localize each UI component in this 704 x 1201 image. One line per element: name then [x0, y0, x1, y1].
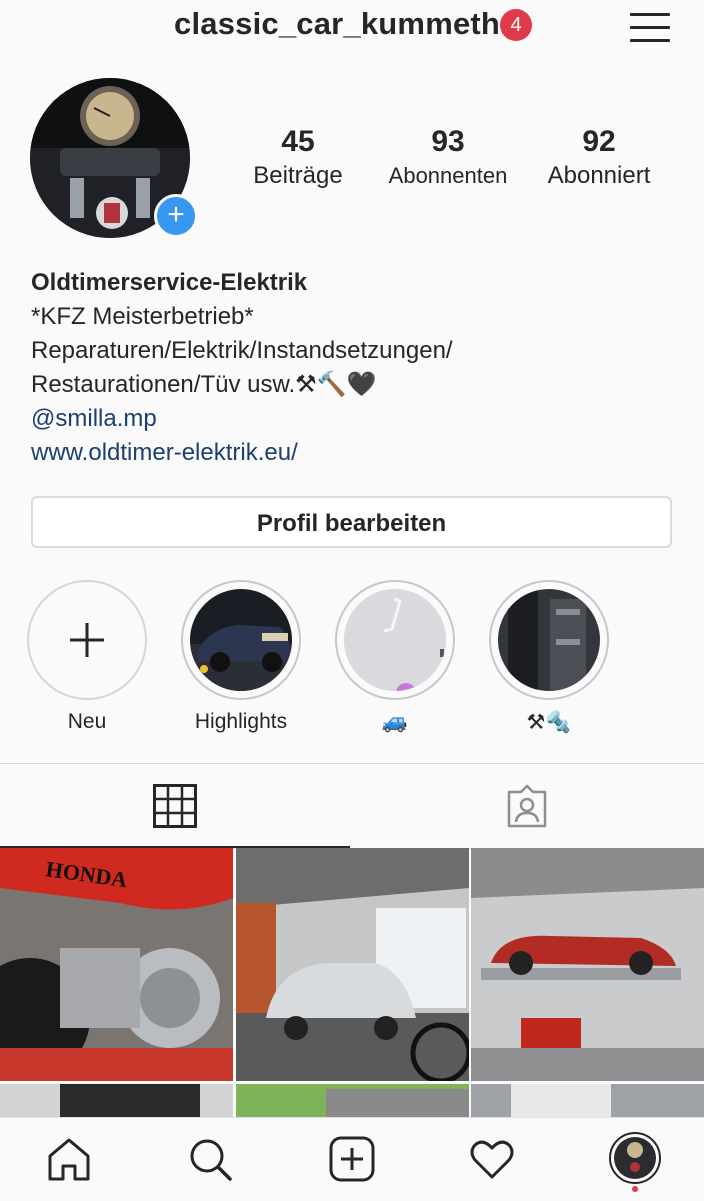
search-icon[interactable]	[187, 1136, 233, 1182]
bottom-navigation	[0, 1117, 704, 1201]
post-thumbnail[interactable]	[0, 1084, 233, 1118]
website-link[interactable]: www.oldtimer-elektrik.eu/	[31, 436, 671, 470]
highlight-car[interactable]: 🚙	[335, 580, 455, 734]
notification-badge[interactable]: 4	[500, 9, 532, 41]
profile-tabs	[0, 763, 704, 849]
new-highlight-ring	[27, 580, 147, 700]
profile-bio: Oldtimerservice-Elektrik *KFZ Meisterbet…	[31, 266, 671, 470]
stat-following[interactable]: 92 Abonniert	[538, 124, 660, 192]
post-grid: HONDA	[0, 848, 704, 1118]
profile-avatar-icon[interactable]	[609, 1132, 661, 1192]
highlight-ring	[489, 580, 609, 700]
highlight-label: Highlights	[194, 710, 288, 733]
add-post-icon[interactable]	[329, 1136, 375, 1182]
highlight-label: 🚙	[381, 710, 409, 733]
top-bar: classic_car_kummeth 4	[0, 0, 704, 60]
post-thumbnail[interactable]: HONDA	[0, 848, 233, 1081]
highlight-cover	[190, 589, 292, 691]
stat-posts[interactable]: 45 Beiträge	[248, 124, 348, 192]
post-thumbnail[interactable]	[236, 848, 469, 1081]
grid-icon[interactable]	[153, 784, 197, 828]
highlight-highlights[interactable]: Highlights	[181, 580, 301, 734]
post-thumbnail[interactable]	[471, 848, 704, 1081]
profile-username[interactable]: classic_car_kummeth	[174, 6, 500, 42]
posts-count: 45	[281, 125, 315, 158]
following-label: Abonniert	[547, 162, 651, 189]
home-icon[interactable]	[46, 1136, 92, 1182]
plus-icon	[70, 623, 104, 657]
posts-label: Beiträge	[253, 162, 343, 189]
post-thumbnail[interactable]	[236, 1084, 469, 1118]
bio-line: *KFZ Meisterbetrieb*	[31, 303, 254, 330]
highlight-cover	[498, 589, 600, 691]
bio-mention-link[interactable]: @smilla.mp	[31, 402, 671, 436]
highlight-label: Neu	[67, 710, 107, 733]
edit-profile-button[interactable]: Profil bearbeiten	[31, 496, 672, 548]
bio-line: Reparaturen/Elektrik/Instandsetzungen/	[31, 337, 453, 364]
followers-count: 93	[431, 125, 465, 158]
highlight-cover	[344, 589, 446, 691]
highlight-ring	[335, 580, 455, 700]
following-count: 92	[582, 125, 616, 158]
post-thumbnail[interactable]	[471, 1084, 704, 1118]
hamburger-menu-icon[interactable]	[630, 8, 672, 44]
bio-line: Restaurationen/Tüv usw.⚒🔨🖤	[31, 371, 377, 398]
tagged-person-icon[interactable]	[505, 784, 549, 828]
profile-display-name: Oldtimerservice-Elektrik	[31, 269, 308, 296]
highlight-new[interactable]: Neu	[27, 580, 147, 734]
highlight-label: ⚒🔩	[526, 711, 572, 734]
highlight-ring	[181, 580, 301, 700]
followers-label: Abonnenten	[388, 163, 508, 188]
heart-icon[interactable]	[469, 1136, 515, 1182]
stat-followers[interactable]: 93 Abonnenten	[380, 124, 516, 192]
profile-avatar[interactable]: +	[30, 78, 198, 240]
highlight-tools[interactable]: ⚒🔩	[489, 580, 609, 735]
add-story-icon[interactable]: +	[154, 194, 198, 238]
